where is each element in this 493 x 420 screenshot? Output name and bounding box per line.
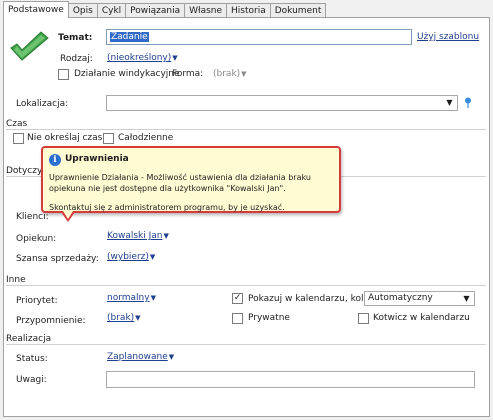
temat-label: Temat:	[58, 33, 93, 43]
calodzienne-checkbox[interactable]	[103, 133, 114, 144]
dropdown-arrow-icon[interactable]: ▼	[442, 96, 457, 110]
section-divider	[6, 344, 486, 345]
tab-powiazania[interactable]: Powiązania	[125, 3, 186, 18]
priorytet-dropdown[interactable]: normalny▼	[107, 293, 156, 303]
kotwicz-label: Kotwicz w kalendarzu	[373, 313, 470, 323]
map-pin-icon[interactable]	[464, 97, 472, 108]
forma-value: (brak)	[213, 69, 241, 79]
rodzaj-value: (nieokreślony)	[107, 53, 172, 63]
kolor-value: Automatyczny	[368, 293, 433, 303]
uzyj-szablonu-link[interactable]: Użyj szablonu	[417, 32, 479, 42]
forma-dropdown[interactable]: (brak)▼	[213, 69, 247, 79]
prywatne-checkbox[interactable]	[232, 313, 243, 324]
status-dropdown[interactable]: Zaplanowane▼	[107, 352, 174, 362]
windykacyjne-label: Działanie windykacyjne	[74, 69, 180, 79]
uwagi-label: Uwagi:	[16, 375, 47, 385]
caret-down-icon: ▼	[163, 232, 169, 240]
pokazuj-checkbox[interactable]: ✓	[232, 293, 243, 304]
tab-dokument[interactable]: Dokument	[269, 3, 327, 18]
caret-down-icon: ▼	[135, 314, 141, 322]
szansa-value: (wybierz)	[107, 252, 149, 262]
tooltip-pointer-inner	[63, 211, 73, 219]
nie-okreslaj-label: Nie określaj czasu	[27, 133, 109, 143]
lokalizacja-label: Lokalizacja:	[16, 99, 69, 109]
tooltip-hint: Skontaktuj się z administratorem program…	[49, 203, 285, 212]
caret-down-icon: ▼	[150, 294, 156, 302]
windykacyjne-checkbox[interactable]	[58, 69, 69, 80]
section-divider	[6, 129, 486, 130]
szansa-dropdown[interactable]: (wybierz)▼	[107, 252, 155, 262]
tooltip-message: Uprawnienie Działania - Możliwość ustawi…	[49, 173, 311, 193]
tab-opis[interactable]: Opis	[67, 3, 98, 18]
pokazuj-label: Pokazuj w kalendarzu, kolor:	[248, 294, 376, 304]
status-value: Zaplanowane	[107, 352, 168, 362]
temat-input[interactable]: Zadanie	[106, 29, 412, 45]
przypomnienie-value: (brak)	[107, 313, 135, 323]
przypomnienie-label: Przypomnienie:	[16, 316, 86, 326]
status-label: Status:	[16, 354, 48, 364]
prywatne-label: Prywatne	[248, 313, 290, 323]
lokalizacja-combo[interactable]: ▼	[106, 95, 458, 111]
priorytet-label: Priorytet:	[16, 296, 58, 306]
info-icon: i	[49, 154, 61, 166]
opiekun-label: Opiekun:	[16, 234, 57, 244]
rodzaj-label: Rodzaj:	[60, 54, 93, 64]
klienci-label: Klienci:	[16, 212, 49, 222]
inne-section-title: Inne	[6, 275, 26, 285]
caret-down-icon: ▼	[241, 70, 247, 78]
czas-section-title: Czas	[6, 119, 28, 129]
uwagi-input[interactable]	[106, 371, 475, 388]
green-check-arrow-icon	[10, 31, 49, 61]
rodzaj-dropdown[interactable]: (nieokreślony)▼	[107, 53, 178, 63]
opiekun-value: Kowalski Jan	[107, 231, 163, 241]
calodzienne-label: Całodzienne	[118, 133, 174, 143]
szansa-label: Szansa sprzedaży:	[16, 254, 99, 264]
tab-historia[interactable]: Historia	[226, 3, 271, 18]
forma-label: Forma:	[172, 69, 204, 79]
tab-strip: Podstawowe Opis Cykl Powiązania Własne H…	[3, 1, 327, 18]
opiekun-dropdown[interactable]: Kowalski Jan▼	[107, 231, 169, 241]
section-divider	[6, 285, 486, 286]
caret-down-icon: ▼	[168, 353, 175, 361]
dropdown-arrow-icon[interactable]: ▼	[459, 292, 474, 305]
przypomnienie-dropdown[interactable]: (brak)▼	[107, 313, 141, 323]
kolor-select[interactable]: Automatyczny ▼	[364, 291, 475, 306]
tab-wlasne[interactable]: Własne	[184, 3, 228, 18]
tab-podstawowe[interactable]: Podstawowe	[3, 1, 69, 18]
nie-okreslaj-checkbox[interactable]	[13, 133, 24, 144]
permission-tooltip: i Uprawnienia Uprawnienie Działania - Mo…	[41, 146, 341, 213]
realizacja-section-title: Realizacja	[6, 334, 52, 344]
tab-cykl[interactable]: Cykl	[96, 3, 127, 18]
priorytet-value: normalny	[107, 293, 150, 303]
kotwicz-checkbox[interactable]	[358, 313, 369, 324]
caret-down-icon: ▼	[149, 253, 156, 261]
dotyczy-section-title: Dotyczy	[6, 166, 43, 176]
caret-down-icon: ▼	[172, 54, 178, 62]
temat-value: Zadanie	[110, 32, 149, 42]
tooltip-title: Uprawnienia	[65, 154, 129, 164]
